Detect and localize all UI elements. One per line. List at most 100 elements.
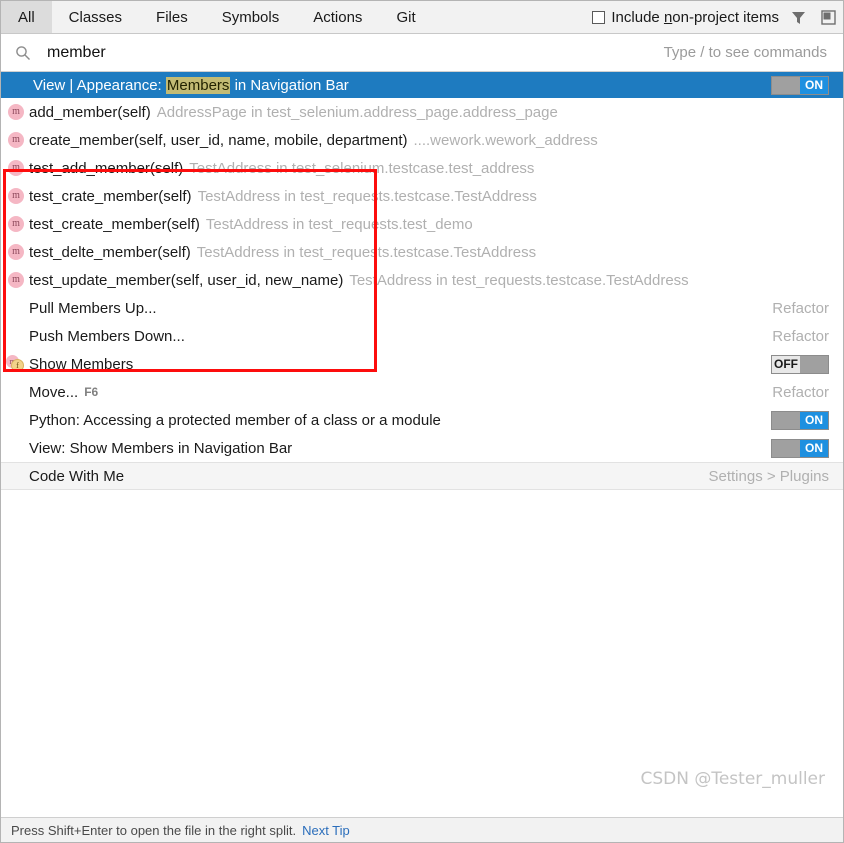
result-name: add_member(self) <box>29 103 151 121</box>
tab-files[interactable]: Files <box>139 1 205 33</box>
method-icon-glyph: m <box>8 188 24 204</box>
method-icon-glyph: m <box>8 216 24 232</box>
result-name: test_delte_member(self) <box>29 243 191 261</box>
action-label: Show Members <box>29 355 134 373</box>
tab-classes[interactable]: Classes <box>52 1 139 33</box>
action-row-pull-members-up[interactable]: Pull Members Up... Refactor <box>1 294 843 322</box>
action-label: Move... <box>29 383 79 401</box>
tab-classes-label: Classes <box>68 8 123 26</box>
action-row-push-members-down[interactable]: Push Members Down... Refactor <box>1 322 843 350</box>
action-group-label: Refactor <box>772 327 829 345</box>
search-bar[interactable]: member Type / to see commands <box>1 34 843 72</box>
action-row-show-members[interactable]: m f Show Members OFF <box>1 350 843 378</box>
members-icon-f: f <box>11 359 24 372</box>
method-icon: m <box>5 272 27 288</box>
action-group-label: Refactor <box>772 383 829 401</box>
method-icon: m <box>5 188 27 204</box>
action-group-label: Settings > Plugins <box>708 467 830 485</box>
search-commands-hint: Type / to see commands <box>663 44 827 61</box>
search-icon <box>15 45 39 61</box>
table-row[interactable]: m create_member(self, user_id, name, mob… <box>1 126 843 154</box>
selected-result-toggle-holder: ON <box>771 75 829 95</box>
result-name: create_member(self, user_id, name, mobil… <box>29 131 408 149</box>
table-row[interactable]: m test_add_member(self) TestAddress in t… <box>1 154 843 182</box>
table-row[interactable]: m test_create_member(self) TestAddress i… <box>1 210 843 238</box>
watermark: CSDN @Tester_muller <box>640 769 825 789</box>
method-icon-glyph: m <box>8 160 24 176</box>
result-row-selected[interactable]: View | Appearance: Members in Navigation… <box>1 72 843 98</box>
python-inspection-toggle-holder: ON <box>771 410 829 430</box>
method-icon: m <box>5 216 27 232</box>
result-name: test_create_member(self) <box>29 215 200 233</box>
method-icon: m <box>5 244 27 260</box>
action-label: Push Members Down... <box>29 327 185 345</box>
show-members-toggle-holder: OFF <box>771 354 829 374</box>
action-shortcut: F6 <box>84 385 99 399</box>
result-name: test_crate_member(self) <box>29 187 192 205</box>
result-location: TestAddress in test_requests.testcase.Te… <box>349 271 689 289</box>
selected-result-toggle[interactable]: ON <box>771 75 829 95</box>
toggle-left-half <box>772 76 800 94</box>
method-icon-glyph: m <box>8 104 24 120</box>
search-input[interactable]: member <box>39 44 664 62</box>
tab-actions[interactable]: Actions <box>296 1 379 33</box>
selected-result-highlight: Members <box>165 76 231 94</box>
status-bar-text: Press Shift+Enter to open the file in th… <box>11 822 297 838</box>
tab-symbols[interactable]: Symbols <box>205 1 297 33</box>
action-label: Python: Accessing a protected member of … <box>29 411 441 429</box>
result-location: TestAddress in test_requests.testcase.Te… <box>196 243 537 261</box>
include-non-project-items-checkbox-row[interactable]: Include non-project items <box>592 1 783 33</box>
status-bar: Press Shift+Enter to open the file in th… <box>1 817 843 842</box>
action-row-view-show-members-nav-bar[interactable]: View: Show Members in Navigation Bar ON <box>1 434 843 462</box>
action-label: Code With Me <box>29 467 125 485</box>
method-icon: m <box>5 132 27 148</box>
tab-actions-label: Actions <box>313 8 363 26</box>
method-icon-glyph: m <box>8 272 24 288</box>
action-row-move[interactable]: Move... F6 Refactor <box>1 378 843 406</box>
action-group-label: Refactor <box>772 299 829 317</box>
preview-panel-icon[interactable] <box>813 1 843 33</box>
show-members-toggle[interactable]: OFF <box>771 354 829 374</box>
method-icon-glyph: m <box>8 244 24 260</box>
python-inspection-toggle[interactable]: ON <box>771 410 829 430</box>
tab-symbols-label: Symbols <box>221 8 280 26</box>
include-label-suffix: on-project items <box>672 8 779 26</box>
result-location: AddressPage in test_selenium.address_pag… <box>156 103 558 121</box>
table-row[interactable]: m test_update_member(self, user_id, new_… <box>1 266 843 294</box>
action-label: View: Show Members in Navigation Bar <box>29 439 293 457</box>
empty-preview-area: CSDN @Tester_muller <box>1 490 843 803</box>
toggle-right-half: ON <box>800 439 828 457</box>
selected-result-label: View | Appearance: Members in Navigation… <box>27 76 349 94</box>
next-tip-link[interactable]: Next Tip <box>296 823 350 838</box>
action-row-python-protected-member[interactable]: Python: Accessing a protected member of … <box>1 406 843 434</box>
nav-bar-members-toggle[interactable]: ON <box>771 438 829 458</box>
table-row[interactable]: m test_delte_member(self) TestAddress in… <box>1 238 843 266</box>
action-label: Pull Members Up... <box>29 299 157 317</box>
result-location: ....wework.wework_address <box>413 131 598 149</box>
toggle-right-half: ON <box>800 411 828 429</box>
search-everywhere-window: All Classes Files Symbols Actions Git In… <box>0 0 844 843</box>
results-list: View | Appearance: Members in Navigation… <box>1 72 843 490</box>
selected-result-suffix: in Navigation Bar <box>230 76 349 94</box>
toggle-right-half: ON <box>800 76 828 94</box>
filter-icon[interactable] <box>783 1 813 33</box>
result-name: test_add_member(self) <box>29 159 184 177</box>
toggle-left-half <box>772 439 800 457</box>
selected-result-prefix: View | Appearance: <box>33 76 166 94</box>
members-icon-glyph: m f <box>6 355 26 373</box>
table-row[interactable]: m test_crate_member(self) TestAddress in… <box>1 182 843 210</box>
tab-all[interactable]: All <box>1 1 52 33</box>
include-non-project-items-label: Include non-project items <box>611 9 779 26</box>
include-label-prefix: Include <box>611 8 664 26</box>
result-location: TestAddress in test_requests.testcase.Te… <box>197 187 537 205</box>
table-row[interactable]: m add_member(self) AddressPage in test_s… <box>1 98 843 126</box>
tab-git[interactable]: Git <box>379 1 432 33</box>
tab-files-label: Files <box>156 8 188 26</box>
method-icon-glyph: m <box>8 132 24 148</box>
tab-bar-spacer <box>433 1 593 33</box>
toggle-left-half <box>772 411 800 429</box>
method-icon: m <box>5 104 27 120</box>
include-non-project-items-checkbox[interactable] <box>592 10 606 24</box>
action-row-code-with-me[interactable]: Code With Me Settings > Plugins <box>1 462 843 490</box>
result-location: TestAddress in test_selenium.testcase.te… <box>189 159 535 177</box>
